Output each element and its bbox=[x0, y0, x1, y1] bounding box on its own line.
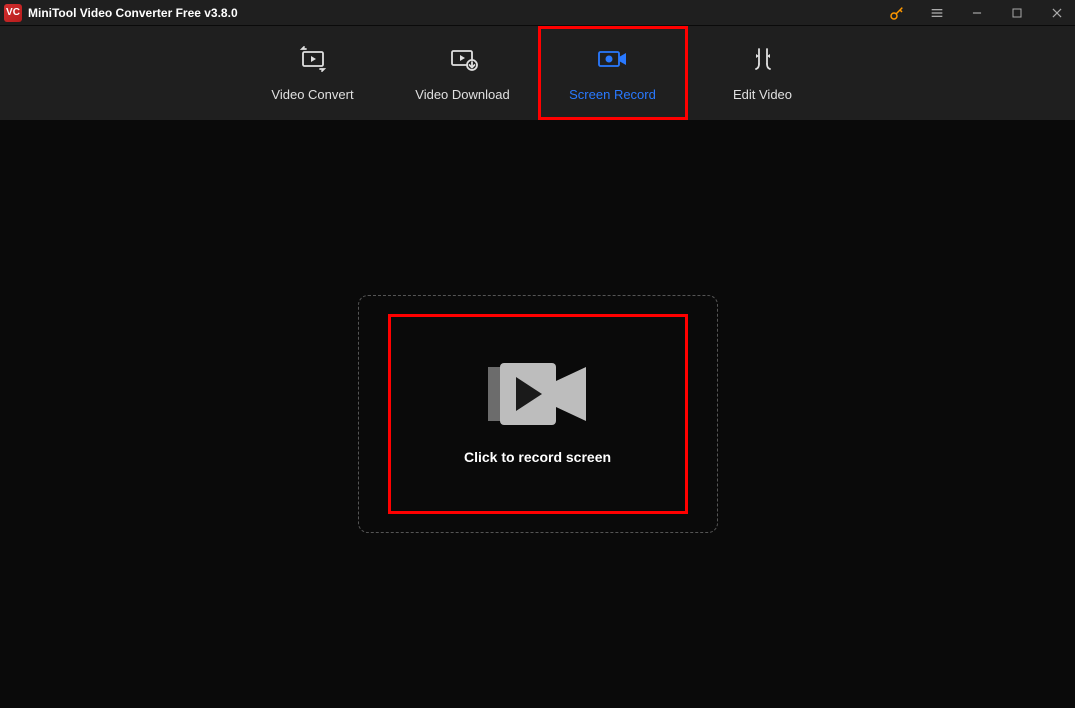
nav-label: Video Download bbox=[415, 87, 509, 102]
maximize-icon bbox=[1011, 7, 1023, 19]
minimize-button[interactable] bbox=[963, 0, 991, 26]
record-screen-button[interactable]: Click to record screen bbox=[388, 314, 688, 514]
edit-video-icon bbox=[751, 45, 775, 73]
minimize-icon bbox=[970, 6, 984, 20]
titlebar-controls bbox=[883, 0, 1071, 26]
nav-label: Edit Video bbox=[733, 87, 792, 102]
video-convert-icon bbox=[298, 45, 328, 73]
nav-label: Video Convert bbox=[271, 87, 353, 102]
app-title: MiniTool Video Converter Free v3.8.0 bbox=[28, 6, 883, 20]
menu-icon bbox=[929, 5, 945, 21]
tab-video-download[interactable]: Video Download bbox=[388, 26, 538, 120]
tab-video-convert[interactable]: Video Convert bbox=[238, 26, 388, 120]
titlebar: VC MiniTool Video Converter Free v3.8.0 bbox=[0, 0, 1075, 26]
key-icon bbox=[889, 5, 905, 21]
tab-edit-video[interactable]: Edit Video bbox=[688, 26, 838, 120]
screen-record-icon bbox=[596, 45, 630, 73]
record-label: Click to record screen bbox=[464, 449, 611, 465]
tab-screen-record[interactable]: Screen Record bbox=[538, 26, 688, 120]
close-icon bbox=[1050, 6, 1064, 20]
app-logo: VC bbox=[4, 4, 22, 22]
content-area: Click to record screen bbox=[0, 120, 1075, 708]
drop-zone: Click to record screen bbox=[358, 295, 718, 533]
nav-label: Screen Record bbox=[569, 87, 656, 102]
app-logo-text: VC bbox=[6, 7, 20, 18]
menu-button[interactable] bbox=[923, 0, 951, 26]
navbar: Video Convert Video Download bbox=[0, 26, 1075, 120]
video-download-icon bbox=[448, 45, 478, 73]
close-button[interactable] bbox=[1043, 0, 1071, 26]
camera-icon bbox=[488, 363, 588, 425]
maximize-button[interactable] bbox=[1003, 0, 1031, 26]
window: VC MiniTool Video Converter Free v3.8.0 bbox=[0, 0, 1075, 708]
key-button[interactable] bbox=[883, 0, 911, 26]
